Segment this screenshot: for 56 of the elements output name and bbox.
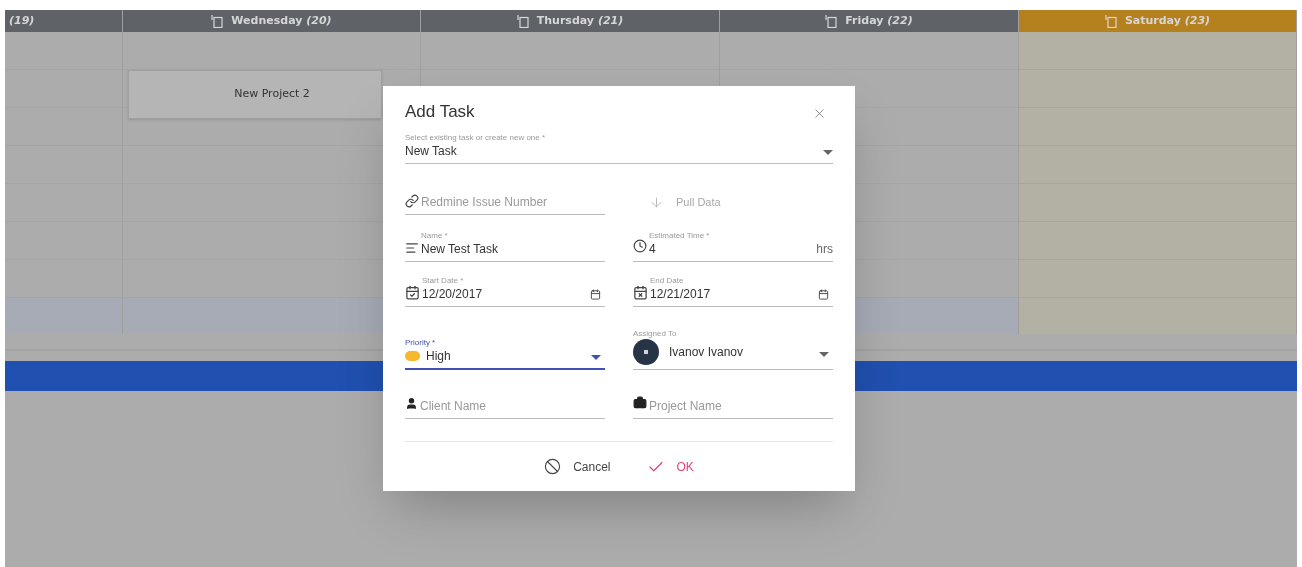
cancel-button[interactable]: Cancel bbox=[532, 449, 623, 484]
field-value: 12/20/2017 bbox=[422, 285, 483, 302]
day-name: Wednesday bbox=[231, 13, 304, 27]
event-card[interactable]: New Project 2 bbox=[128, 70, 382, 119]
unit-suffix: hrs bbox=[816, 240, 833, 257]
dialog-title: Add Task bbox=[405, 100, 475, 123]
calendar-check-icon bbox=[405, 284, 420, 300]
column-icon bbox=[516, 14, 529, 28]
avatar bbox=[633, 338, 659, 365]
field-label: Start Date * bbox=[422, 275, 465, 286]
field-value: New Task bbox=[405, 143, 457, 159]
field-label: Select existing task or create new one * bbox=[405, 133, 547, 143]
briefcase-icon bbox=[633, 395, 647, 410]
link-icon bbox=[405, 193, 419, 208]
field-label: End Date bbox=[650, 275, 685, 286]
person-icon bbox=[405, 396, 418, 410]
calendar-icon[interactable] bbox=[590, 288, 601, 300]
field-value: 12/21/2017 bbox=[650, 285, 711, 302]
day-number: (22) bbox=[887, 13, 913, 27]
name-field[interactable]: Name * New Test Task bbox=[405, 230, 605, 262]
field-placeholder: Project Name bbox=[649, 397, 722, 414]
field-value: High bbox=[426, 347, 451, 364]
arrow-down-icon bbox=[649, 194, 664, 210]
field-label: Assigned To bbox=[633, 328, 678, 339]
calendar-x-icon bbox=[633, 284, 648, 300]
field-placeholder: Client Name bbox=[420, 397, 487, 414]
field-value: Ivanov Ivanov bbox=[669, 343, 744, 360]
field-label: Name * bbox=[421, 230, 449, 241]
day-number: (21) bbox=[597, 13, 624, 27]
column-icon bbox=[1104, 14, 1117, 28]
column-icon bbox=[825, 14, 838, 28]
field-label: Priority * bbox=[405, 337, 437, 348]
day-number: (23) bbox=[1184, 13, 1211, 27]
text-lines-icon bbox=[405, 240, 419, 255]
field-value: New Test Task bbox=[421, 240, 498, 257]
ok-button[interactable]: OK bbox=[634, 449, 706, 484]
cancel-icon bbox=[544, 458, 562, 475]
end-date-field[interactable]: End Date 12/21/2017 bbox=[633, 275, 833, 307]
field-placeholder: Redmine Issue Number bbox=[421, 193, 548, 210]
field-label: Estimated Time * bbox=[649, 230, 711, 241]
day-number: (20) bbox=[306, 13, 332, 27]
clock-icon bbox=[633, 238, 647, 253]
priority-select[interactable]: Priority * High bbox=[405, 337, 605, 370]
dropdown-caret-icon bbox=[823, 150, 833, 155]
calendar-icon[interactable] bbox=[818, 288, 829, 300]
estimated-time-field[interactable]: Estimated Time * 4 hrs bbox=[633, 230, 833, 262]
task-select[interactable]: Select existing task or create new one * New Task bbox=[405, 133, 833, 164]
day-name: Thursday bbox=[536, 13, 596, 27]
start-date-field[interactable]: Start Date * 12/20/2017 bbox=[405, 275, 605, 307]
field-value: 4 bbox=[649, 240, 656, 257]
assignee-select[interactable]: Assigned To Ivanov Ivanov bbox=[633, 328, 833, 370]
day-number: (19) bbox=[9, 13, 35, 27]
day-name: Friday bbox=[845, 13, 885, 27]
close-icon bbox=[812, 106, 827, 121]
day-name: Saturday bbox=[1124, 13, 1182, 27]
column-icon bbox=[211, 14, 224, 28]
